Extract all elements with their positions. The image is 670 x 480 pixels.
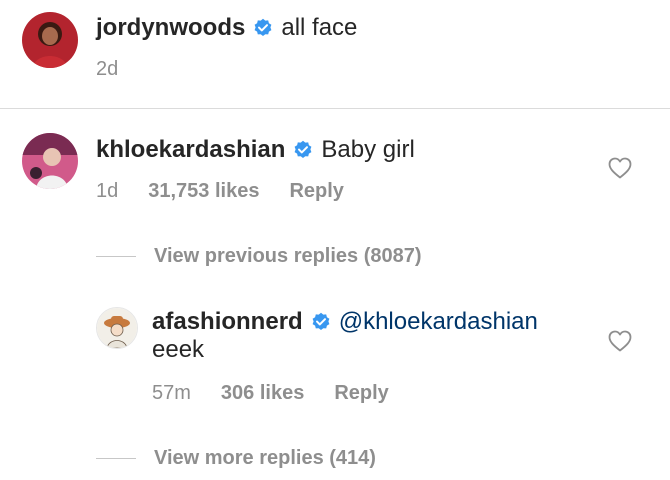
heart-icon[interactable]	[608, 157, 632, 179]
verified-badge-icon	[295, 140, 312, 158]
reply-text: eeek	[152, 336, 205, 363]
view-more-replies-label: View more replies (414)	[154, 446, 376, 469]
reply-username[interactable]: afashionnerd	[152, 308, 303, 336]
comment-reply-button[interactable]: Reply	[289, 180, 343, 203]
reply-likes[interactable]: 306 likes	[221, 382, 304, 405]
reply-avatar[interactable]	[96, 307, 138, 349]
caption-text: all face	[281, 14, 358, 41]
caption-username[interactable]: jordynwoods	[96, 14, 245, 42]
heart-icon[interactable]	[608, 330, 632, 352]
reply-reply-button[interactable]: Reply	[334, 382, 388, 405]
replies-dash	[96, 457, 136, 459]
reply-mention[interactable]: @khloekardashian	[339, 308, 538, 336]
caption-avatar[interactable]	[22, 12, 78, 68]
verified-badge-icon	[254, 18, 272, 36]
comment-line: khloekardashian Baby girl	[96, 134, 415, 166]
comment-username[interactable]: khloekardashian	[96, 136, 285, 164]
replies-dash	[96, 255, 136, 257]
view-previous-replies-label: View previous replies (8087)	[154, 244, 422, 267]
divider	[0, 108, 670, 109]
comment-meta: 1d 31,753 likes Reply	[96, 178, 344, 204]
verified-badge-icon	[312, 312, 330, 330]
comment-avatar[interactable]	[22, 133, 78, 189]
comment-text: Baby girl	[321, 136, 415, 163]
caption-time[interactable]: 2d	[96, 58, 118, 81]
comment-likes[interactable]: 31,753 likes	[148, 180, 259, 203]
caption-line: jordynwoods all face	[96, 12, 357, 44]
view-previous-replies[interactable]: View previous replies (8087)	[96, 243, 422, 269]
view-more-replies[interactable]: View more replies (414)	[96, 445, 376, 471]
comment-time[interactable]: 1d	[96, 180, 118, 203]
caption-meta: 2d	[96, 56, 118, 82]
reply-line: afashionnerd @khloekardashian	[152, 306, 538, 338]
reply-time[interactable]: 57m	[152, 382, 191, 405]
reply-meta: 57m 306 likes Reply	[152, 380, 389, 406]
